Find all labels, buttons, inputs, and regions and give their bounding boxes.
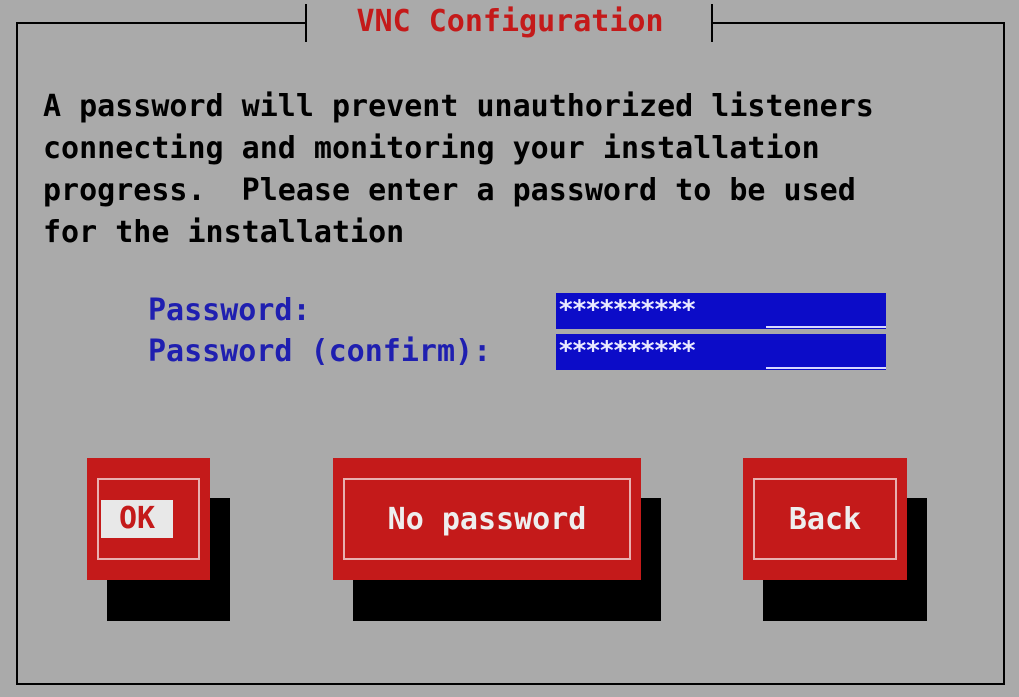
- password-label: Password:: [148, 293, 311, 328]
- ok-button[interactable]: OK: [87, 458, 210, 580]
- frame-border: [16, 683, 1005, 685]
- dialog-title: VNC Configuration: [356, 4, 664, 39]
- password-field[interactable]: **********: [556, 293, 886, 329]
- field-cursor-line: [766, 367, 886, 369]
- message-line: progress. Please enter a password to be …: [43, 173, 856, 208]
- message-line: A password will prevent unauthorized lis…: [43, 89, 874, 124]
- frame-border: [713, 22, 1003, 24]
- no-password-button[interactable]: No password: [333, 458, 641, 580]
- frame-border: [16, 22, 18, 685]
- password-value: **********: [558, 295, 697, 325]
- back-button[interactable]: Back: [743, 458, 907, 580]
- back-button-label: Back: [788, 501, 862, 537]
- ok-button-label: OK: [101, 500, 173, 538]
- dialog-message: A password will prevent unauthorized lis…: [43, 86, 1003, 254]
- title-divider: [305, 4, 307, 42]
- field-cursor-line: [766, 326, 886, 328]
- frame-border: [1003, 22, 1005, 685]
- password-confirm-value: **********: [558, 336, 697, 366]
- title-divider: [711, 4, 713, 42]
- message-line: connecting and monitoring your installat…: [43, 131, 820, 166]
- no-password-button-label: No password: [387, 501, 587, 537]
- frame-border: [16, 22, 306, 24]
- vnc-configuration-dialog: VNC Configuration A password will preven…: [0, 0, 1019, 697]
- message-line: for the installation: [43, 215, 405, 250]
- password-confirm-field[interactable]: **********: [556, 334, 886, 370]
- password-confirm-label: Password (confirm):: [148, 334, 492, 369]
